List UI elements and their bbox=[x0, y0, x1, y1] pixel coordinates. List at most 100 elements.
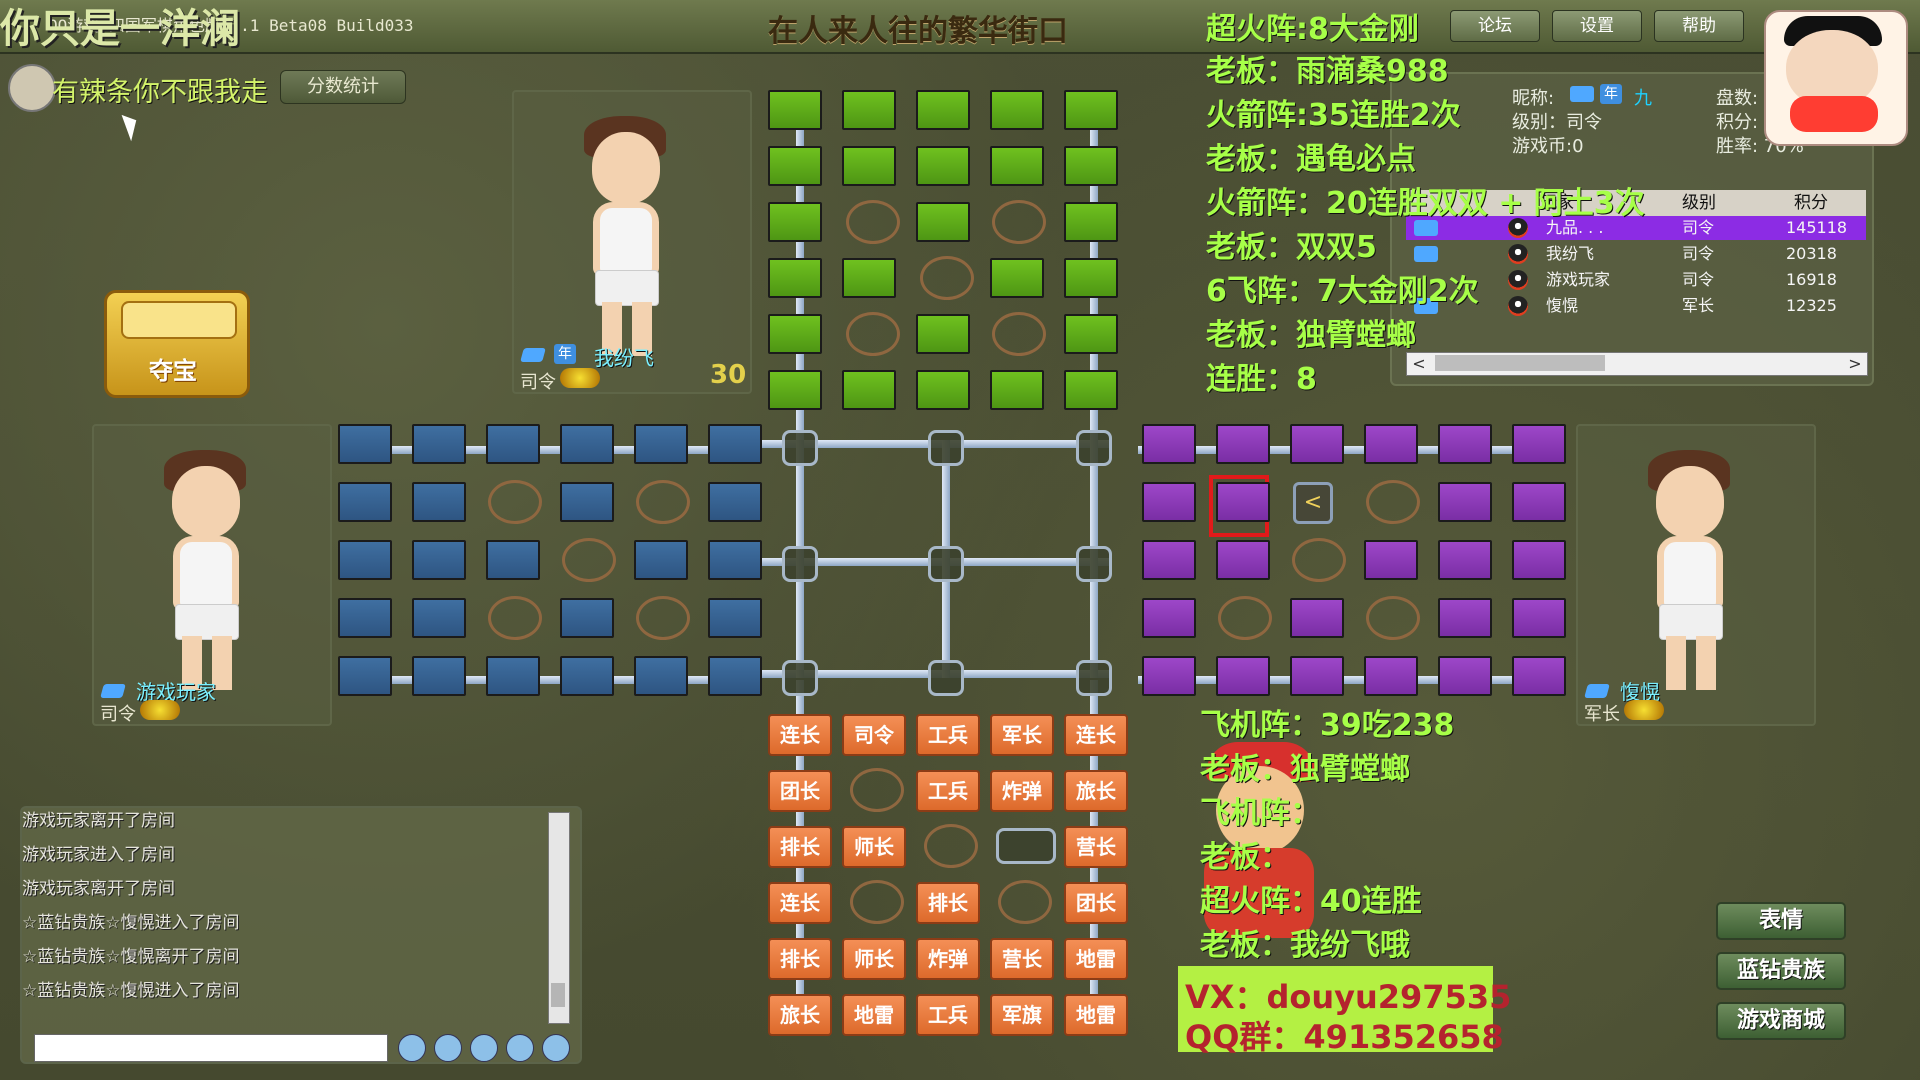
camp-circle[interactable] bbox=[1366, 480, 1420, 524]
rail-node[interactable] bbox=[928, 660, 964, 696]
orange-piece[interactable]: 营长 bbox=[990, 938, 1054, 980]
blue-tile[interactable] bbox=[560, 424, 614, 464]
camp-circle[interactable] bbox=[920, 256, 974, 300]
scrollbar-thumb[interactable] bbox=[1435, 355, 1605, 371]
orange-piece[interactable]: 地雷 bbox=[1064, 994, 1128, 1036]
green-tile[interactable] bbox=[1064, 146, 1118, 186]
green-tile[interactable] bbox=[768, 370, 822, 410]
blue-tile[interactable] bbox=[708, 482, 762, 522]
purple-tile[interactable] bbox=[1216, 540, 1270, 580]
orange-piece[interactable]: 师长 bbox=[842, 826, 906, 868]
purple-tile[interactable] bbox=[1512, 424, 1566, 464]
camp-circle[interactable] bbox=[636, 480, 690, 524]
tool-icon[interactable] bbox=[506, 1034, 534, 1062]
rail-node[interactable] bbox=[1076, 546, 1112, 582]
camp-circle[interactable] bbox=[846, 312, 900, 356]
blue-tile[interactable] bbox=[708, 424, 762, 464]
blue-tile[interactable] bbox=[412, 482, 466, 522]
smiley-icon[interactable] bbox=[434, 1034, 462, 1062]
green-tile[interactable] bbox=[916, 370, 970, 410]
orange-piece[interactable]: 工兵 bbox=[916, 714, 980, 756]
purple-tile[interactable] bbox=[1142, 598, 1196, 638]
blue-tile[interactable] bbox=[486, 656, 540, 696]
player-list-scrollbar[interactable]: < > bbox=[1406, 352, 1868, 376]
purple-tile[interactable] bbox=[1364, 424, 1418, 464]
camp-circle[interactable] bbox=[924, 824, 978, 868]
blue-tile[interactable] bbox=[412, 424, 466, 464]
green-tile[interactable] bbox=[842, 370, 896, 410]
purple-tile[interactable] bbox=[1438, 540, 1492, 580]
green-tile[interactable] bbox=[768, 202, 822, 242]
green-tile[interactable] bbox=[990, 146, 1044, 186]
orange-piece[interactable]: 团长 bbox=[768, 770, 832, 812]
orange-piece[interactable]: 军长 bbox=[990, 714, 1054, 756]
green-tile[interactable] bbox=[916, 146, 970, 186]
blue-tile[interactable] bbox=[560, 482, 614, 522]
purple-tile[interactable] bbox=[1142, 424, 1196, 464]
blue-tile[interactable] bbox=[338, 656, 392, 696]
table-row[interactable]: 我纷飞 司令 20318 bbox=[1406, 242, 1866, 266]
green-tile[interactable] bbox=[768, 258, 822, 298]
blue-tile[interactable] bbox=[708, 598, 762, 638]
left-arrow-icon[interactable]: < bbox=[1293, 482, 1333, 524]
purple-tile[interactable] bbox=[1290, 656, 1344, 696]
orange-piece[interactable]: 司令 bbox=[842, 714, 906, 756]
orange-piece[interactable]: 连长 bbox=[768, 714, 832, 756]
orange-piece[interactable]: 地雷 bbox=[842, 994, 906, 1036]
scroll-right-icon[interactable]: > bbox=[1843, 353, 1867, 375]
rail-node[interactable] bbox=[782, 430, 818, 466]
purple-tile[interactable] bbox=[1438, 656, 1492, 696]
camp-circle[interactable] bbox=[850, 768, 904, 812]
camp-circle[interactable] bbox=[992, 312, 1046, 356]
purple-tile[interactable] bbox=[1512, 656, 1566, 696]
orange-piece[interactable]: 地雷 bbox=[1064, 938, 1128, 980]
green-tile[interactable] bbox=[842, 90, 896, 130]
orange-piece[interactable]: 师长 bbox=[842, 938, 906, 980]
orange-piece[interactable]: 连长 bbox=[768, 882, 832, 924]
green-tile[interactable] bbox=[768, 146, 822, 186]
camp-circle[interactable] bbox=[992, 200, 1046, 244]
rail-node[interactable] bbox=[928, 430, 964, 466]
blue-tile[interactable] bbox=[338, 540, 392, 580]
purple-tile[interactable] bbox=[1364, 540, 1418, 580]
orange-piece[interactable]: 工兵 bbox=[916, 770, 980, 812]
blue-tile[interactable] bbox=[634, 540, 688, 580]
purple-tile[interactable] bbox=[1216, 424, 1270, 464]
blue-tile[interactable] bbox=[708, 656, 762, 696]
rail-node[interactable] bbox=[1076, 660, 1112, 696]
orange-piece[interactable]: 旅长 bbox=[768, 994, 832, 1036]
blue-tile[interactable] bbox=[486, 540, 540, 580]
green-tile[interactable] bbox=[842, 258, 896, 298]
speaker-icon[interactable] bbox=[470, 1034, 498, 1062]
green-tile[interactable] bbox=[842, 146, 896, 186]
camp-circle[interactable] bbox=[488, 596, 542, 640]
purple-tile[interactable] bbox=[1142, 540, 1196, 580]
orange-piece[interactable]: 营长 bbox=[1064, 826, 1128, 868]
blue-tile[interactable] bbox=[634, 656, 688, 696]
orange-piece[interactable]: 炸弹 bbox=[990, 770, 1054, 812]
purple-tile[interactable] bbox=[1438, 482, 1492, 522]
green-tile[interactable] bbox=[1064, 90, 1118, 130]
blue-diamond-button[interactable]: 蓝钻贵族 bbox=[1716, 952, 1846, 990]
orange-piece[interactable]: 团长 bbox=[1064, 882, 1128, 924]
blue-tile[interactable] bbox=[634, 424, 688, 464]
orange-piece[interactable]: 旅长 bbox=[1064, 770, 1128, 812]
emotion-button[interactable]: 表情 bbox=[1716, 902, 1846, 940]
purple-tile[interactable] bbox=[1364, 656, 1418, 696]
purple-tile[interactable] bbox=[1438, 598, 1492, 638]
camp-circle[interactable] bbox=[1218, 596, 1272, 640]
camp-circle[interactable] bbox=[1366, 596, 1420, 640]
green-tile[interactable] bbox=[990, 258, 1044, 298]
green-tile[interactable] bbox=[1064, 370, 1118, 410]
orange-piece[interactable]: 排长 bbox=[768, 938, 832, 980]
green-tile[interactable] bbox=[916, 202, 970, 242]
camp-circle[interactable] bbox=[846, 200, 900, 244]
green-tile[interactable] bbox=[916, 90, 970, 130]
camp-circle[interactable] bbox=[488, 480, 542, 524]
purple-tile[interactable] bbox=[1512, 482, 1566, 522]
purple-tile[interactable] bbox=[1216, 656, 1270, 696]
purple-tile[interactable] bbox=[1438, 424, 1492, 464]
shop-button[interactable]: 游戏商城 bbox=[1716, 1002, 1846, 1040]
blue-tile[interactable] bbox=[560, 656, 614, 696]
purple-tile[interactable] bbox=[1290, 598, 1344, 638]
